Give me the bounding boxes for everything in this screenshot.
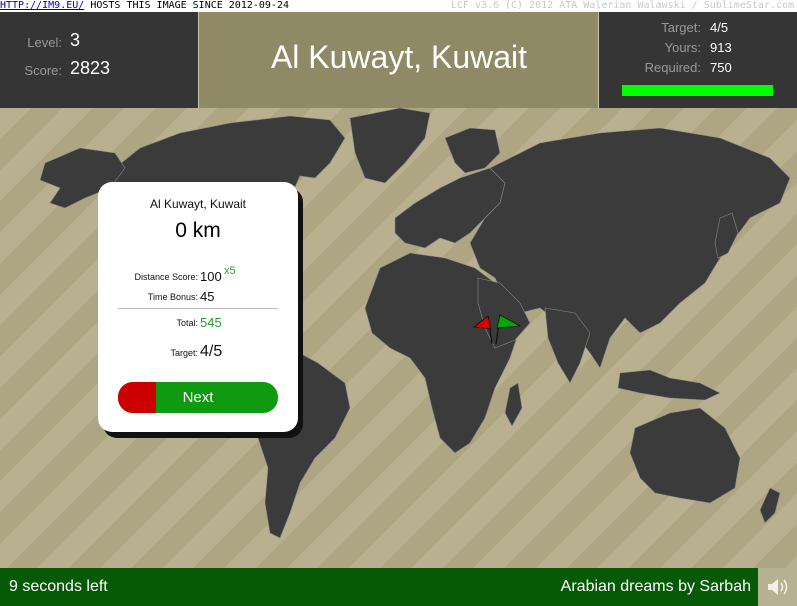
score-value: 2823 [70,58,111,78]
question-panel: Al Kuwayt, Kuwait [198,12,599,108]
indonesia-landmass [617,369,721,401]
result-divider [118,308,278,309]
level-value: 3 [70,30,81,50]
time-bonus-value: 45 [200,289,215,304]
result-card: Al Kuwayt, Kuwait 0 km Distance Score: 1… [98,182,298,432]
level-label: Level: [27,35,62,50]
distance-score-value: 100 [200,269,222,284]
result-target-label: Target: [170,348,198,358]
total-label: Total: [176,318,198,328]
time-bonus-label: Time Bonus: [147,292,198,302]
target-label: Target: [661,20,701,35]
result-target-value: 4/5 [200,343,223,360]
required-value: 750 [710,60,732,75]
yours-value: 913 [710,40,732,55]
madagascar-landmass [504,382,523,427]
result-city: Al Kuwayt, Kuwait [149,197,247,211]
next-button[interactable]: Next [118,382,278,413]
score-label: Score: [24,63,62,78]
song-title: Arabian dreams by Sarbah [560,578,751,595]
yours-label: Yours: [664,40,701,55]
timer-text: 9 seconds left [9,578,108,595]
greenland-landmass [349,108,431,184]
distance-score-label: Distance Score: [134,272,198,282]
sound-toggle-button[interactable] [758,568,797,606]
stats-panel: Level: 3 Score: 2823 [0,12,198,108]
watermark-bar: HTTP://IM9.EU/ HOSTS THIS IMAGE SINCE 20… [0,0,797,12]
result-distance: 0 km [175,219,221,242]
speaker-icon [768,579,788,595]
new-zealand-landmass [759,487,781,524]
watermark-copyright: LCF v3.6 (C) 2012 ATA Walerian Walawski … [450,0,794,11]
total-value: 545 [200,315,222,330]
question-city-title: Al Kuwayt, Kuwait [270,39,528,75]
watermark-text: HOSTS THIS IMAGE SINCE 2012-09-24 [84,0,289,11]
watermark-link[interactable]: HTTP://IM9.EU/ [0,0,84,11]
target-value: 4/5 [710,20,729,35]
score-progress-bar [622,85,773,96]
next-button-label: Next [182,389,214,406]
top-bar: Level: 3 Score: 2823 Al Kuwayt, Kuwait T… [0,12,797,108]
scandinavia-landmass [444,127,501,174]
australia-landmass [629,407,741,504]
bottom-bar: 9 seconds left Arabian dreams by Sarbah [0,568,797,606]
distance-score-multiplier: x5 [224,265,236,277]
required-label: Required: [644,60,701,75]
target-panel: Target: 4/5 Yours: 913 Required: 750 [599,12,797,108]
